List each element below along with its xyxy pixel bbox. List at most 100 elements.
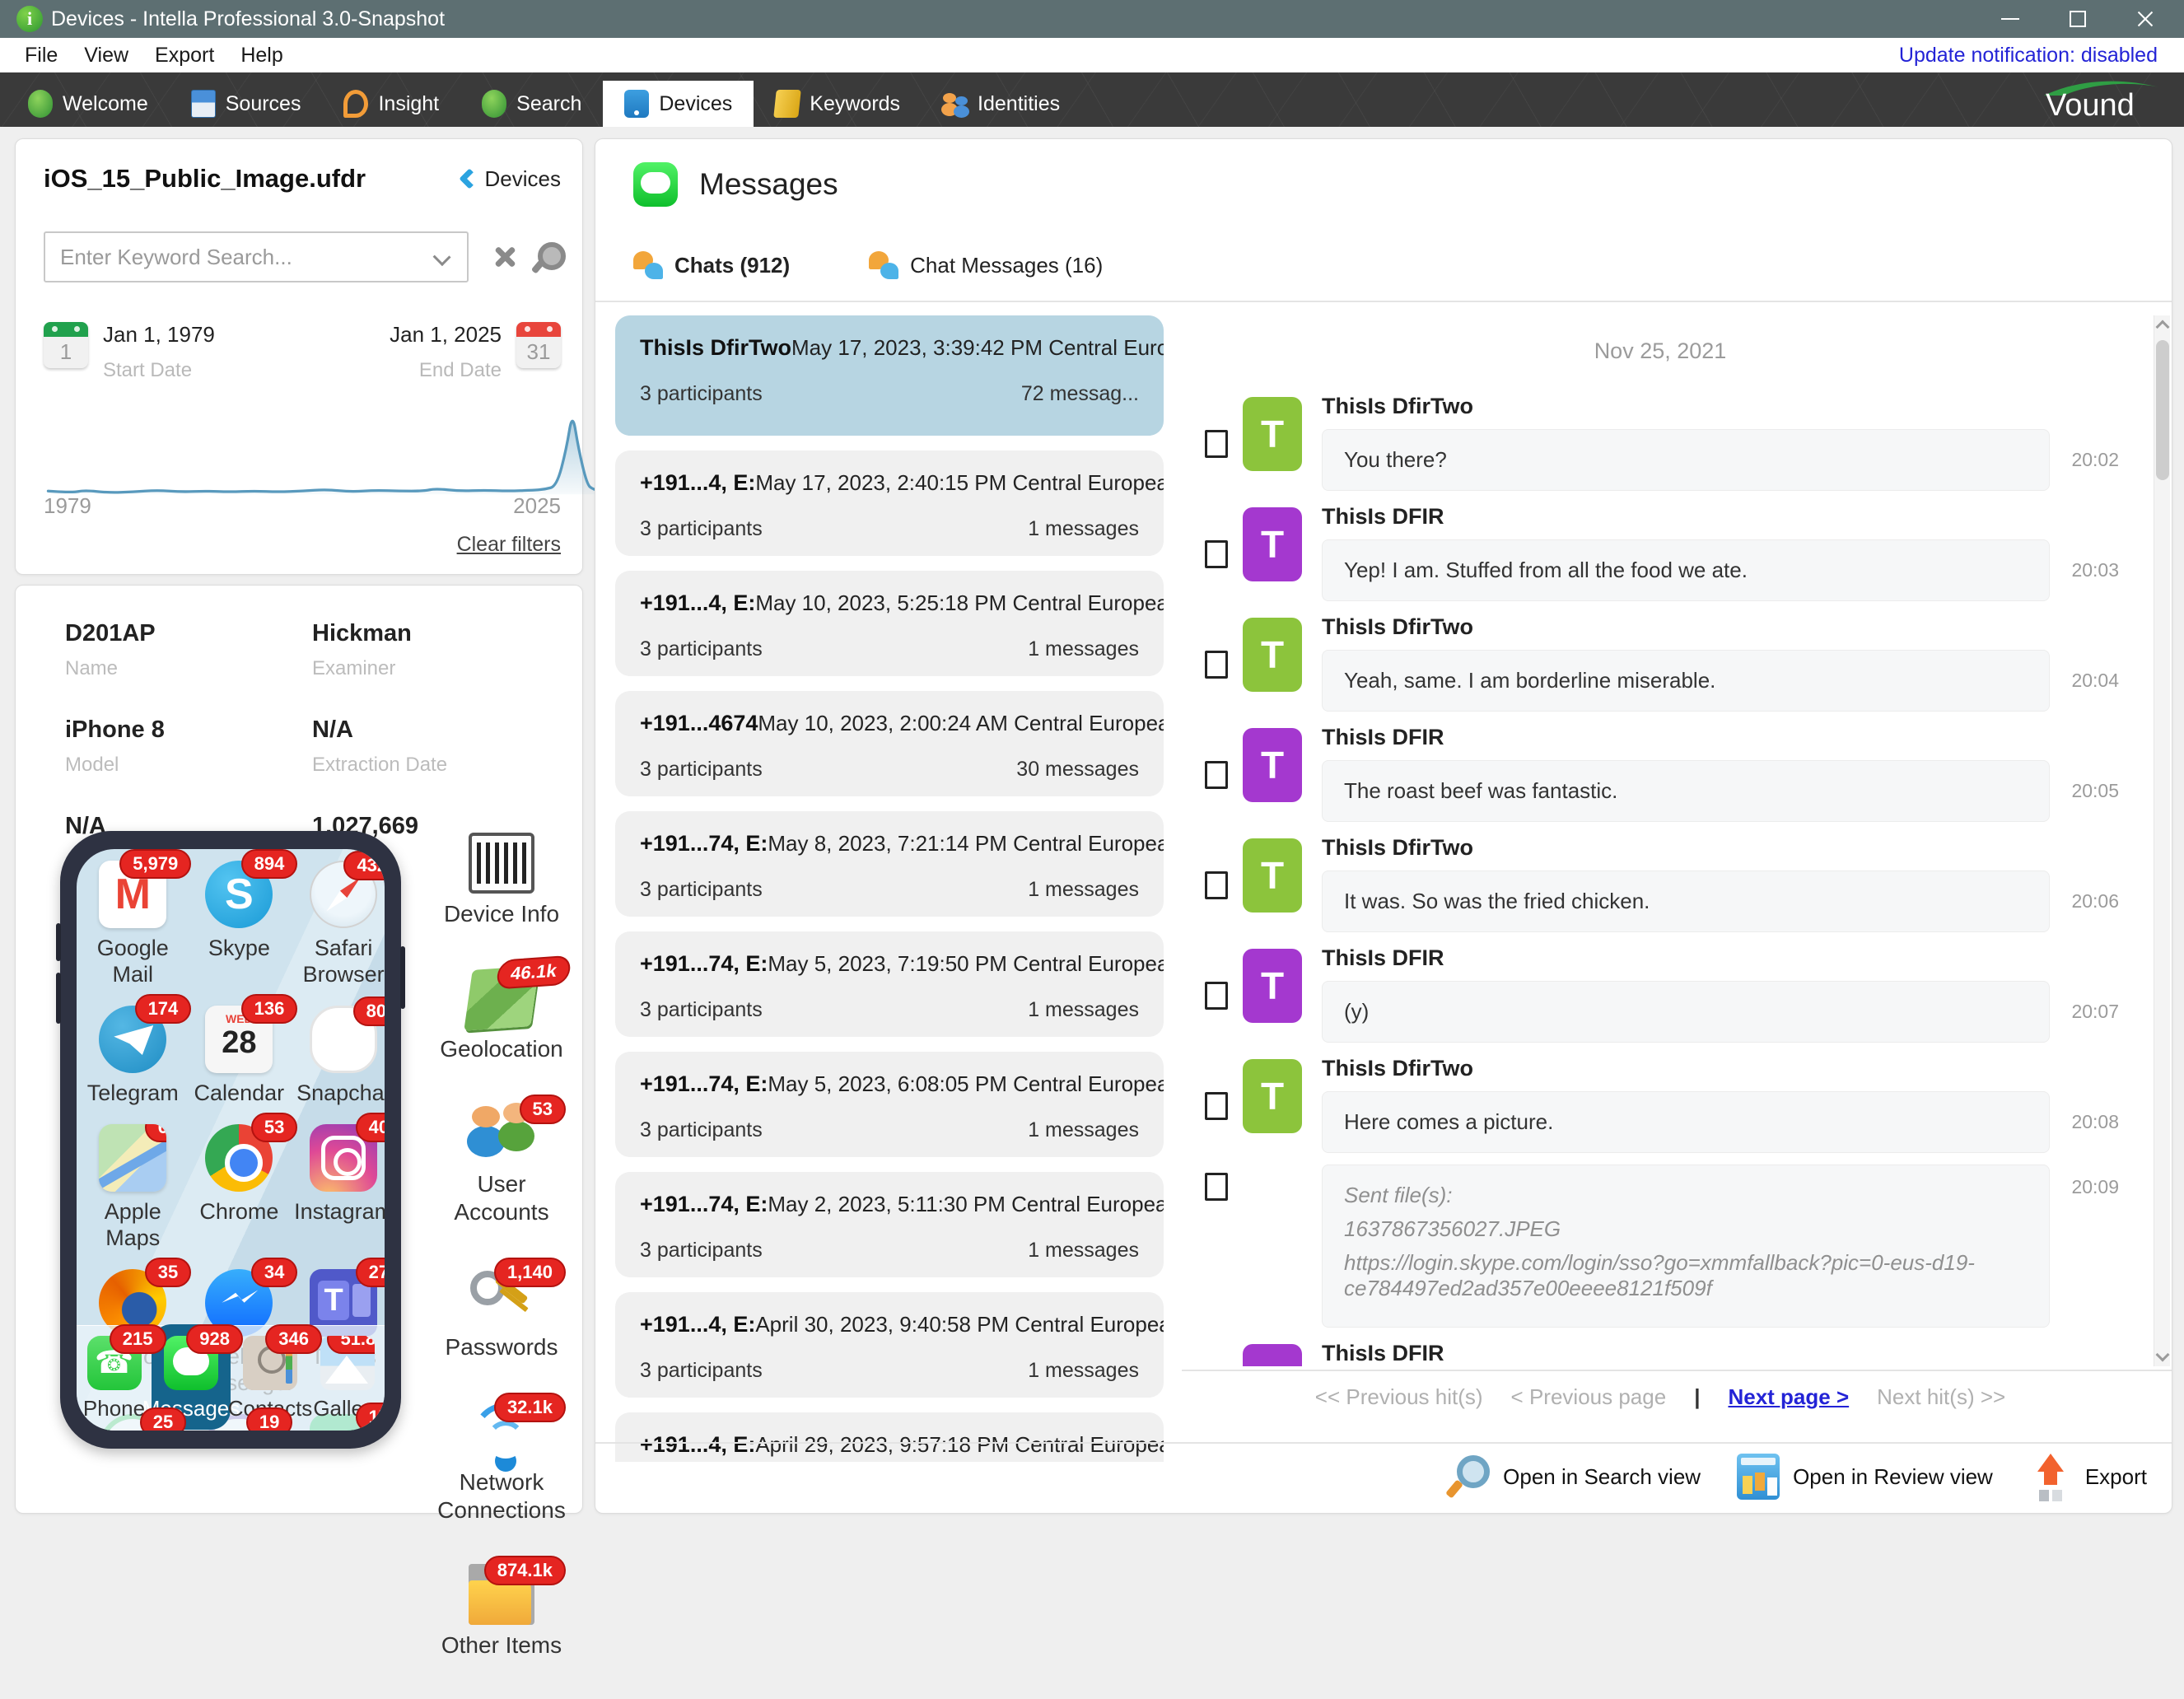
chat-list-item[interactable]: +191...74, E: May 5, 2023, 7:19:50 PM Ce… [615, 931, 1164, 1037]
messages-tab[interactable]: Chat Messages (16) [869, 251, 1103, 279]
chat-bubbles-icon [633, 251, 663, 279]
message-checkbox[interactable] [1205, 1092, 1228, 1120]
menu-item[interactable]: Help [227, 44, 296, 68]
phone-app[interactable]: 80 Snapchat [294, 1006, 385, 1106]
category-item[interactable]: 53 User Accounts [427, 1103, 576, 1226]
phone-app[interactable]: 136 Calendar [184, 1006, 295, 1106]
message-checkbox[interactable] [1205, 1173, 1228, 1201]
nav-tab[interactable]: Devices [603, 81, 754, 127]
chat-list-item[interactable]: +191...4, E: May 17, 2023, 2:40:15 PM Ce… [615, 450, 1164, 556]
clear-search-icon[interactable] [491, 243, 517, 271]
chat-list-item[interactable]: +191...74, E: May 8, 2023, 7:21:14 PM Ce… [615, 811, 1164, 917]
app-badge: 53 [251, 1113, 297, 1142]
chat-list-item[interactable]: +191...4, E: April 29, 2023, 9:57:18 PM … [615, 1412, 1164, 1462]
chat-list-item[interactable]: +191...4, E: May 10, 2023, 5:25:18 PM Ce… [615, 571, 1164, 676]
chat-name: +191...4, E: [640, 1432, 755, 1458]
nav-tab-label: Search [516, 92, 581, 116]
nav-tab[interactable]: Identities [922, 81, 1081, 127]
app-label: Safari Browser [294, 935, 385, 987]
chat-date: May 8, 2023, 7:21:14 PM Central European… [768, 831, 1164, 857]
phone-app[interactable]: 61 Apple Maps [82, 1124, 184, 1251]
app-badge: 432 [343, 851, 385, 880]
message-bubble: It was. So was the fried chicken. [1322, 871, 2050, 932]
pagination-link[interactable]: Next page > [1728, 1384, 1849, 1410]
message-row: T ThisIs DfirTwo Yeah, same. I am border… [1202, 613, 2119, 712]
chat-list-item[interactable]: +191...4, E: April 30, 2023, 9:40:58 PM … [615, 1292, 1164, 1398]
app-label: Telegram [87, 1080, 179, 1106]
category-item[interactable]: 46.1k Geolocation [427, 968, 576, 1063]
menu-item[interactable]: File [12, 44, 71, 68]
start-date-calendar-icon[interactable]: 1 [44, 322, 88, 368]
nav-tab[interactable]: Insight [322, 81, 460, 127]
chat-participants: 3 participants [640, 1239, 763, 1263]
phone-app[interactable]: 40 Instagram [294, 1124, 385, 1251]
footer-action[interactable]: Open in Search view [1447, 1454, 1701, 1500]
pagination-link[interactable]: | [1694, 1384, 1700, 1410]
minimize-button[interactable] [2000, 8, 2021, 30]
menu-item[interactable]: Export [142, 44, 227, 68]
category-label: Geolocation [440, 1035, 562, 1063]
thread-scrollbar[interactable] [2154, 315, 2170, 1366]
app-icon: 5,979 [99, 861, 166, 928]
message-checkbox[interactable] [1205, 651, 1228, 679]
chat-list-item[interactable]: ThisIs DfirTwo May 17, 2023, 3:39:42 PM … [615, 315, 1164, 436]
chat-list: ThisIs DfirTwo May 17, 2023, 3:39:42 PM … [615, 315, 1164, 1462]
start-date-value[interactable]: Jan 1, 1979 [103, 322, 215, 348]
chat-name: +191...74, E: [640, 831, 768, 857]
pagination-link[interactable]: << Previous hit(s) [1315, 1384, 1483, 1410]
maximize-button[interactable] [2067, 8, 2088, 30]
chat-name: +191...4674 [640, 711, 758, 736]
phone-app[interactable]: 174 Telegram [82, 1006, 184, 1106]
phone-app[interactable]: 5,979 Google Mail [82, 861, 184, 987]
nav-tab-label: Keywords [810, 92, 900, 116]
category-item[interactable]: 874.1k Other Items [427, 1564, 576, 1659]
timeline-end-label: 2025 [513, 493, 561, 519]
phone-app[interactable]: 894 Skype [184, 861, 295, 987]
phone-app[interactable]: 432 Safari Browser [294, 861, 385, 987]
chat-list-item[interactable]: +191...4674 May 10, 2023, 2:00:24 AM Cen… [615, 691, 1164, 796]
pagination-link[interactable]: Next hit(s) >> [1877, 1384, 2005, 1410]
category-item[interactable]: 32.1k Network Connections [427, 1401, 576, 1524]
message-checkbox[interactable] [1205, 982, 1228, 1010]
chat-list-item[interactable]: +191...74, E: May 5, 2023, 6:08:05 PM Ce… [615, 1052, 1164, 1157]
end-date-calendar-icon[interactable]: 31 [516, 322, 561, 368]
device-info-field: N/A Extraction Date [312, 716, 559, 777]
scroll-up-icon[interactable] [2156, 320, 2170, 334]
nav-tab[interactable]: Sources [170, 81, 323, 127]
close-button[interactable] [2135, 8, 2156, 30]
nav-tab[interactable]: Keywords [754, 81, 922, 127]
message-checkbox[interactable] [1205, 430, 1228, 458]
footer-action[interactable]: Export [2029, 1454, 2147, 1500]
footer-action[interactable]: Open in Review view [1737, 1454, 1993, 1500]
search-icon[interactable] [533, 242, 561, 272]
category-label: Passwords [446, 1333, 558, 1361]
message-checkbox[interactable] [1205, 871, 1228, 899]
timeline-chart[interactable] [44, 403, 609, 502]
vound-logo: Vound [2039, 77, 2163, 125]
update-notification-link[interactable]: Update notification: disabled [1899, 44, 2172, 68]
svg-text:Vound: Vound [2046, 88, 2135, 123]
phone-app[interactable]: 53 Chrome [184, 1124, 295, 1251]
end-date-value[interactable]: Jan 1, 2025 [390, 322, 502, 348]
message-row: T ThisIs DFIR (y) 20:07 [1202, 944, 2119, 1043]
clear-filters-link[interactable]: Clear filters [457, 533, 561, 557]
chat-list-item[interactable]: +191...74, E: May 2, 2023, 5:11:30 PM Ce… [615, 1172, 1164, 1277]
category-item[interactable]: 1,140 Passwords [427, 1266, 576, 1361]
keyword-search-input[interactable] [44, 231, 469, 282]
message-sender: ThisIs DfirTwo [1322, 1056, 2119, 1081]
category-item[interactable]: Device Info [427, 833, 576, 928]
back-to-devices-link[interactable]: Devices [462, 166, 561, 192]
nav-tab[interactable]: Welcome [7, 81, 170, 127]
app-badge: 80 [353, 997, 385, 1026]
scrollbar-thumb[interactable] [2156, 340, 2169, 480]
dock-app[interactable]: 215 Phone [77, 1336, 152, 1421]
chat-date: May 2, 2023, 5:11:30 PM Central European… [768, 1192, 1164, 1217]
scroll-down-icon[interactable] [2156, 1348, 2170, 1362]
nav-tab[interactable]: Search [460, 81, 603, 127]
intella-logo-icon [16, 6, 43, 32]
menu-item[interactable]: View [71, 44, 142, 68]
messages-tab[interactable]: Chats (912) [633, 251, 790, 279]
pagination-link[interactable]: < Previous page [1511, 1384, 1667, 1410]
message-checkbox[interactable] [1205, 761, 1228, 789]
message-checkbox[interactable] [1205, 540, 1228, 568]
